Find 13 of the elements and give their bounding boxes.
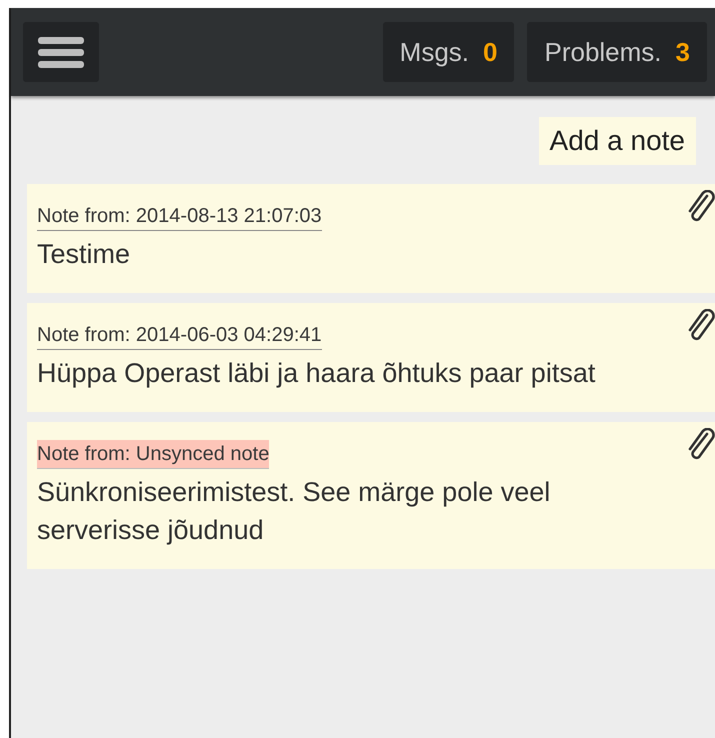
- note-header: Note from: 2014-08-13 21:07:03: [37, 202, 322, 231]
- note-text: Hüppa Operast läbi ja haara õhtuks paar pitsat: [37, 357, 596, 390]
- note-card[interactable]: Note from: 2014-06-03 04:29:41 Hüppa Operast läbi ja haara õhtuks paar pitsat: [27, 303, 715, 412]
- note-text: Sünkroniseerimistest. See märge pole veel serverisse jõudnud: [37, 476, 552, 547]
- add-note-button[interactable]: Add a note: [538, 117, 696, 165]
- counter-button[interactable]: Problems. 3: [527, 22, 707, 82]
- note-header: Note from: Unsynced note: [37, 440, 270, 469]
- menu-button[interactable]: [23, 22, 99, 82]
- note-card[interactable]: Note from: 2014-08-13 21:07:03 Testime: [27, 184, 715, 293]
- note-text: Testime: [37, 238, 132, 271]
- note-header: Note from: 2014-06-03 04:29:41: [37, 321, 322, 350]
- counter-button[interactable]: Msgs. 0: [382, 22, 514, 82]
- note-card[interactable]: Note from: Unsynced note Sünkroniseerimistest. See märge pole veel serverisse jõudnud: [27, 422, 715, 569]
